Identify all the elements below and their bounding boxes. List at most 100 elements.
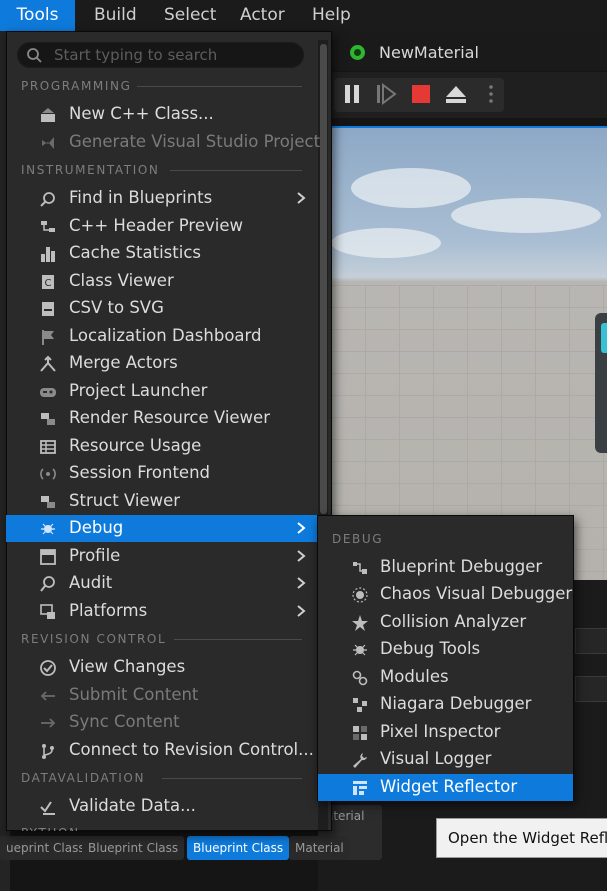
submenu-item-blueprint-debugger[interactable]: Blueprint Debugger (318, 554, 573, 581)
submenu-item-widget-reflector[interactable]: Widget Reflector (318, 774, 573, 801)
menu-search-input[interactable]: Start typing to search (17, 42, 304, 68)
menu-help[interactable]: Help (301, 0, 362, 31)
submenu-item-pixel-inspector[interactable]: Pixel Inspector (318, 719, 573, 746)
arrow-left-icon (40, 691, 55, 701)
content-thumb-label-selected: Blueprint Class (187, 836, 290, 860)
menu-item-label: New C++ Class... (69, 104, 214, 123)
menu-item-struct-viewer[interactable]: Struct Viewer (6, 488, 318, 515)
menu-item-localization-dashboard[interactable]: Localization Dashboard (6, 323, 318, 350)
audit-icon (40, 576, 55, 592)
platforms-icon (40, 604, 55, 619)
menu-item-label: Generate Visual Studio Project (69, 132, 321, 151)
cloud (331, 228, 441, 258)
menu-item-cache-statistics[interactable]: Cache Statistics (6, 240, 318, 267)
submenu-item-label: Pixel Inspector (380, 722, 501, 741)
tab-label: NewMaterial (379, 42, 479, 62)
niagara-icon (353, 698, 367, 712)
menu-item-label: Session Frontend (69, 463, 211, 482)
submenu-item-niagara-debugger[interactable]: Niagara Debugger (318, 691, 573, 718)
menu-item-profile[interactable]: Profile (6, 543, 318, 570)
csv-svg-icon (42, 302, 54, 316)
bar-chart-icon (41, 247, 55, 262)
menu-item-label: Merge Actors (69, 353, 178, 372)
menu-item-platforms[interactable]: Platforms (6, 598, 318, 625)
menu-item-session-frontend[interactable]: Session Frontend (6, 460, 318, 487)
visual-studio-icon (42, 137, 54, 149)
menu-item-label: Localization Dashboard (69, 326, 262, 345)
submenu-item-debug-tools[interactable]: Debug Tools (318, 636, 573, 663)
menu-item-label: Connect to Revision Control... (69, 740, 314, 759)
menu-item-new-cpp-class[interactable]: New C++ Class... (6, 101, 318, 128)
menu-item-label: Validate Data... (69, 796, 196, 815)
menu-item-merge-actors[interactable]: Merge Actors (6, 350, 318, 377)
content-thumb-label: Material (289, 836, 350, 860)
section-python: PYTHON (21, 826, 80, 831)
header-preview-icon (41, 221, 55, 232)
menu-build[interactable]: Build (83, 0, 148, 31)
gamepad-icon (40, 388, 56, 397)
chevron-right-icon (297, 522, 306, 534)
menu-item-connect-revision-control[interactable]: Connect to Revision Control... (6, 737, 318, 764)
menu-item-label: Class Viewer (69, 271, 174, 290)
menu-tools[interactable]: Tools (0, 0, 75, 31)
chevron-right-icon (297, 577, 306, 589)
menu-item-validate-data[interactable]: Validate Data... (6, 793, 318, 820)
menu-item-generate-vs-project: Generate Visual Studio Project (6, 129, 321, 156)
menu-item-find-in-blueprints[interactable]: Find in Blueprints (6, 185, 318, 212)
menu-item-label: Platforms (69, 601, 148, 620)
submenu-item-chaos-visual-debugger[interactable]: Chaos Visual Debugger (318, 581, 573, 608)
tab-new-material[interactable]: NewMaterial (350, 38, 479, 66)
flag-icon (42, 330, 54, 345)
menu-item-view-changes[interactable]: View Changes (6, 654, 318, 681)
menu-item-label: Render Resource Viewer (69, 408, 270, 427)
menu-item-label: Find in Blueprints (69, 188, 213, 207)
viewport[interactable] (331, 128, 607, 580)
menu-actor[interactable]: Actor (229, 0, 296, 31)
profile-icon (40, 549, 56, 565)
menu-item-label: C++ Header Preview (69, 216, 243, 235)
step-forward-icon[interactable] (375, 83, 397, 105)
submenu-item-label: Modules (380, 667, 449, 686)
content-thumb-label: ueprint Class (0, 836, 91, 860)
eject-icon[interactable] (445, 83, 467, 105)
more-options-icon[interactable] (480, 83, 502, 105)
collision-icon (352, 615, 368, 631)
material-icon (350, 44, 365, 60)
class-viewer-icon: C (42, 275, 54, 289)
menu-item-resource-usage[interactable]: Resource Usage (6, 433, 318, 460)
section-divider (174, 639, 302, 640)
arrow-right-icon (41, 718, 56, 728)
submenu-item-visual-logger[interactable]: Visual Logger (318, 746, 573, 773)
check-circle-icon (40, 660, 56, 676)
bug-icon (41, 523, 55, 535)
struct-viewer-icon (41, 496, 55, 508)
submenu-item-label: Debug Tools (380, 639, 481, 658)
menu-scrollbar-thumb[interactable] (320, 44, 327, 514)
pixel-inspector-icon (353, 726, 367, 740)
section-divider (170, 170, 302, 171)
menu-item-sync-content: Sync Content (6, 709, 318, 736)
widget-reflector-icon (353, 781, 367, 795)
menu-item-cpp-header-preview[interactable]: C++ Header Preview (6, 213, 318, 240)
resource-viewer-icon (41, 413, 55, 425)
submenu-item-collision-analyzer[interactable]: Collision Analyzer (318, 609, 573, 636)
cpp-class-icon (41, 108, 55, 122)
submenu-item-modules[interactable]: Modules (318, 664, 573, 691)
stop-icon[interactable] (410, 83, 432, 105)
wrench-icon (353, 753, 367, 768)
menu-item-label: Sync Content (69, 712, 180, 731)
menu-item-label: Project Launcher (69, 381, 208, 400)
menu-item-project-launcher[interactable]: Project Launcher (6, 378, 318, 405)
character-accent (601, 323, 607, 353)
menu-item-class-viewer[interactable]: C Class Viewer (6, 268, 318, 295)
menu-item-label: Submit Content (69, 685, 199, 704)
submenu-item-label: Widget Reflector (380, 777, 518, 796)
submenu-item-label: Blueprint Debugger (380, 557, 543, 576)
menu-select[interactable]: Select (153, 0, 227, 31)
pause-icon[interactable] (341, 83, 363, 105)
menu-bar: Tools Build Select Actor Help (0, 0, 607, 31)
menu-item-debug[interactable]: Debug (6, 515, 318, 542)
menu-item-render-resource-viewer[interactable]: Render Resource Viewer (6, 405, 318, 432)
menu-item-audit[interactable]: Audit (6, 570, 318, 597)
menu-item-csv-to-svg[interactable]: CSV to SVG (6, 295, 318, 322)
